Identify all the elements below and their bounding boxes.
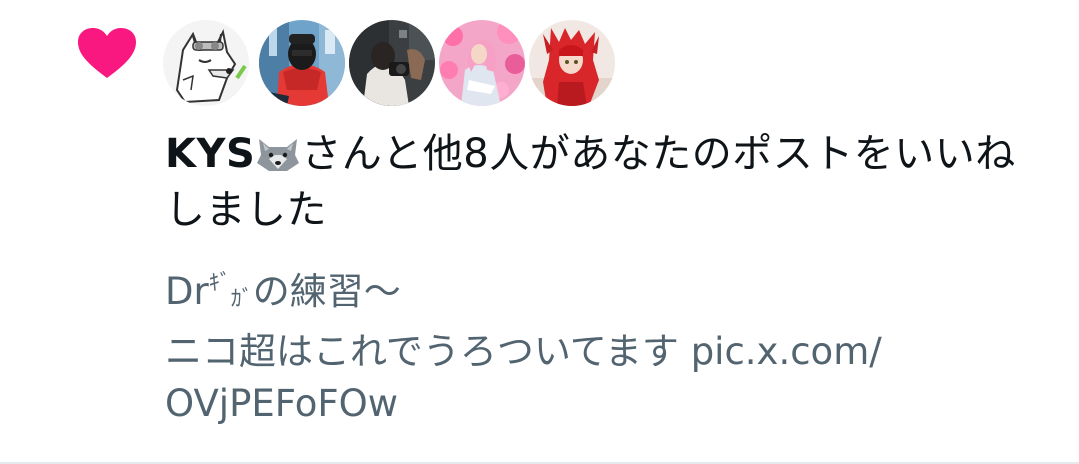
headline-text-1: さんと他8人があなたのポストをいいね bbox=[301, 131, 1016, 177]
post-line-1-small-ga: ｶﾞ bbox=[230, 287, 253, 312]
heart-icon bbox=[78, 28, 136, 80]
liker-name[interactable]: KYS bbox=[165, 131, 255, 177]
post-line-1-small-gi: ｷﾞ bbox=[208, 271, 231, 296]
headline-line-2: しました bbox=[165, 187, 327, 233]
red-hoodie-avatar[interactable] bbox=[259, 20, 345, 106]
pink-hair-avatar[interactable] bbox=[439, 20, 525, 106]
notification-headline: KYS さんと他8人があなたのポストをいいね しました bbox=[165, 126, 1065, 238]
camera-photo-avatar[interactable] bbox=[349, 20, 435, 106]
red-hair-avatar[interactable] bbox=[529, 20, 615, 106]
wolf-drawing-avatar[interactable] bbox=[163, 20, 249, 106]
post-preview-text[interactable]: Drｷﾞｶﾞの練習〜 ニコ超はこれでうろついてます pic.x.com/ OVj… bbox=[165, 258, 1065, 430]
post-line-1: Drｷﾞｶﾞの練習〜 bbox=[165, 258, 1065, 326]
wolf-emoji-icon bbox=[255, 132, 301, 172]
post-line-1-rest: の練習〜 bbox=[252, 270, 401, 313]
like-notification[interactable]: KYS さんと他8人があなたのポストをいいね しました Drｷﾞｶﾞの練習〜 ニ… bbox=[0, 0, 1079, 462]
post-line-2: ニコ超はこれでうろついてます pic.x.com/ bbox=[165, 330, 882, 373]
post-line-1-prefix: Dr bbox=[165, 270, 209, 313]
headline-line-1: KYS さんと他8人があなたのポストをいいね bbox=[165, 126, 1065, 182]
post-line-3[interactable]: OVjPEFoFOw bbox=[165, 378, 1065, 430]
